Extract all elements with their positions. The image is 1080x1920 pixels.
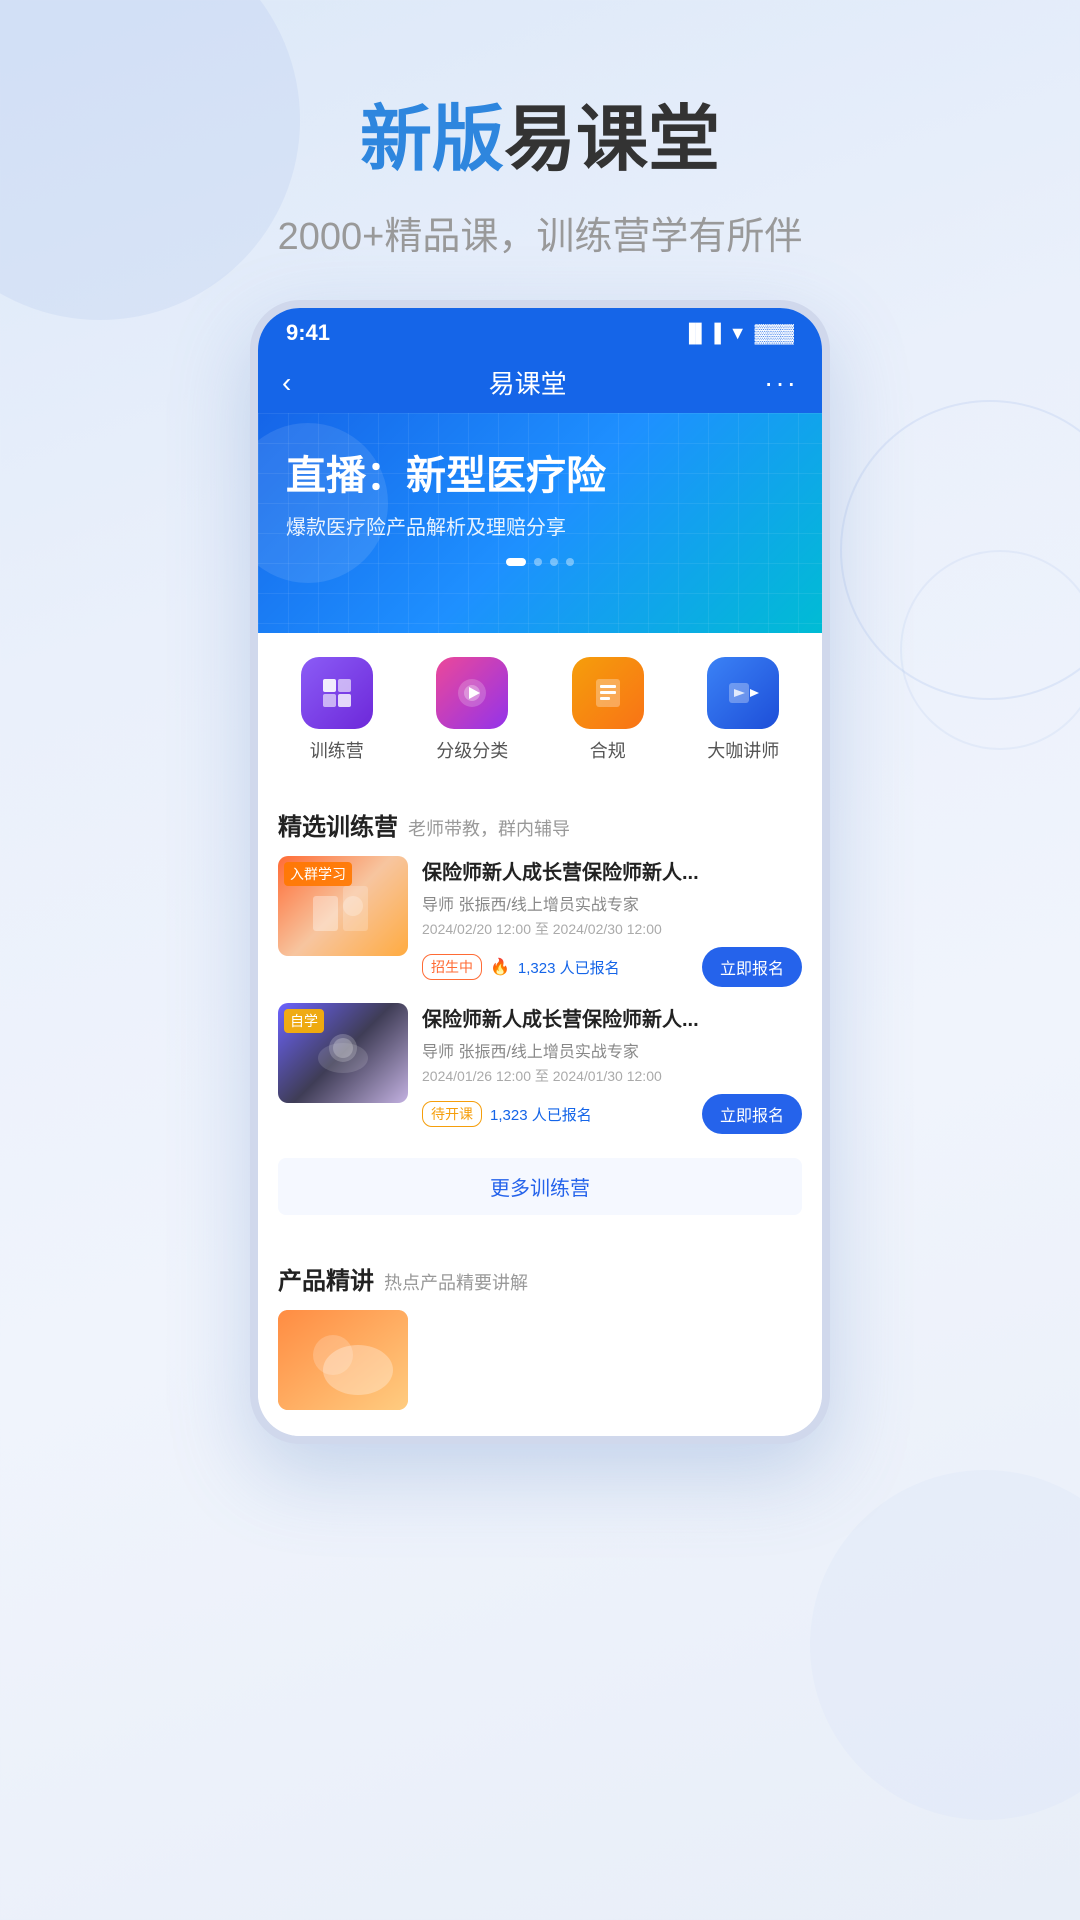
title-highlight: 新版 — [360, 100, 504, 180]
banner-title: 直播：新型医疗险 — [286, 443, 794, 501]
more-menu-button[interactable]: ··· — [764, 367, 798, 399]
thumb-bg-cool: 自学 — [278, 1003, 408, 1103]
banner[interactable]: 直播：新型医疗险 爆款医疗险产品解析及理赔分享 — [258, 413, 822, 633]
wifi-icon: ▼ — [729, 323, 747, 344]
category-grid: 训练营 分级分类 — [258, 633, 822, 779]
status-tag-2: 待开课 — [422, 1101, 482, 1127]
banner-dot-1[interactable] — [506, 558, 526, 566]
fire-icon-1: 🔥 — [490, 957, 510, 977]
phone-wrapper: 9:41 ▐▌▐ ▼ ▓▓▓ ‹ 易课堂 ··· 直播：新型医疗险 爆款医疗险产… — [0, 300, 1080, 1444]
status-bar: 9:41 ▐▌▐ ▼ ▓▓▓ — [258, 308, 822, 354]
page-title: 新版易课堂 — [0, 80, 1080, 185]
status-time: 9:41 — [286, 320, 330, 346]
expert-icon — [707, 657, 779, 729]
banner-dot-4[interactable] — [566, 558, 574, 566]
product-section-title: 产品精讲 — [278, 1261, 374, 1296]
course-tags-2: 待开课 1,323 人已报名 — [422, 1101, 592, 1127]
course-footer-1: 招生中 🔥 1,323 人已报名 立即报名 — [422, 947, 802, 987]
course-tags-1: 招生中 🔥 1,323 人已报名 — [422, 954, 620, 980]
product-section-header: 产品精讲 热点产品精要讲解 — [278, 1261, 802, 1296]
training-section-title: 精选训练营 — [278, 807, 398, 842]
product-thumb — [278, 1310, 408, 1410]
count-text-2: 1,323 人已报名 — [490, 1104, 592, 1125]
back-button[interactable]: ‹ — [282, 367, 291, 399]
battery-icon: ▓▓▓ — [755, 323, 794, 344]
product-section-subtitle: 热点产品精要讲解 — [384, 1269, 528, 1295]
compliance-label: 合规 — [590, 737, 626, 763]
banner-dots — [286, 558, 794, 566]
register-button-1[interactable]: 立即报名 — [702, 947, 802, 987]
count-text-1: 1,323 人已报名 — [518, 957, 620, 978]
signal-icon: ▐▌▐ — [683, 323, 721, 344]
course-footer-2: 待开课 1,323 人已报名 立即报名 — [422, 1094, 802, 1134]
more-training-button[interactable]: 更多训练营 — [278, 1158, 802, 1215]
page-header: 新版易课堂 2000+精品课，训练营学有所伴 — [0, 0, 1080, 300]
register-button-2[interactable]: 立即报名 — [702, 1094, 802, 1134]
nav-title: 易课堂 — [489, 364, 567, 401]
expert-label: 大咖讲师 — [707, 737, 779, 763]
course-name-1: 保险师新人成长营保险师新人... — [422, 856, 802, 885]
product-card-partial — [278, 1310, 802, 1410]
phone-mockup: 9:41 ▐▌▐ ▼ ▓▓▓ ‹ 易课堂 ··· 直播：新型医疗险 爆款医疗险产… — [250, 300, 830, 1444]
course-date-2: 2024/01/26 12:00 至 2024/01/30 12:00 — [422, 1066, 802, 1086]
nav-bar: ‹ 易课堂 ··· — [258, 354, 822, 413]
product-section: 产品精讲 热点产品精要讲解 — [258, 1243, 822, 1436]
banner-dot-2[interactable] — [534, 558, 542, 566]
course-teacher-2: 导师 张振西/线上增员实战专家 — [422, 1038, 802, 1062]
grade-label: 分级分类 — [436, 737, 508, 763]
status-tag-1: 招生中 — [422, 954, 482, 980]
status-icons: ▐▌▐ ▼ ▓▓▓ — [683, 323, 794, 344]
training-camp-icon — [301, 657, 373, 729]
training-camp-label: 训练营 — [310, 737, 364, 763]
banner-dot-3[interactable] — [550, 558, 558, 566]
category-training-camp[interactable]: 训练营 — [274, 657, 400, 763]
course-teacher-1: 导师 张振西/线上增员实战专家 — [422, 891, 802, 915]
course-info-1: 保险师新人成长营保险师新人... 导师 张振西/线上增员实战专家 2024/02… — [422, 856, 802, 987]
course-card-1: 入群学习 保险师新人成长营保险师新人... 导师 张振西/线上增员实战专家 20… — [278, 856, 802, 987]
course-name-2: 保险师新人成长营保险师新人... — [422, 1003, 802, 1032]
course-card-2: 自学 保险师新人成长营保险师新人... 导师 张振西/线上增员实战专家 2024… — [278, 1003, 802, 1134]
training-section-header: 精选训练营 老师带教，群内辅导 — [278, 807, 802, 842]
training-section: 精选训练营 老师带教，群内辅导 入群学习 保险师新人成长 — [258, 789, 822, 1233]
category-compliance[interactable]: 合规 — [545, 657, 671, 763]
category-expert[interactable]: 大咖讲师 — [681, 657, 807, 763]
category-grade[interactable]: 分级分类 — [410, 657, 536, 763]
course-info-2: 保险师新人成长营保险师新人... 导师 张振西/线上增员实战专家 2024/01… — [422, 1003, 802, 1134]
bg-decoration-4 — [810, 1470, 1080, 1820]
banner-subtitle: 爆款医疗险产品解析及理赔分享 — [286, 511, 794, 540]
title-rest: 易课堂 — [504, 100, 720, 180]
thumb-bg-warm: 入群学习 — [278, 856, 408, 956]
course-date-1: 2024/02/20 12:00 至 2024/02/30 12:00 — [422, 919, 802, 939]
course-thumb-2: 自学 — [278, 1003, 408, 1103]
compliance-icon — [572, 657, 644, 729]
page-subtitle: 2000+精品课，训练营学有所伴 — [0, 205, 1080, 260]
course-thumb-1: 入群学习 — [278, 856, 408, 956]
grade-icon — [436, 657, 508, 729]
training-section-subtitle: 老师带教，群内辅导 — [408, 815, 570, 841]
